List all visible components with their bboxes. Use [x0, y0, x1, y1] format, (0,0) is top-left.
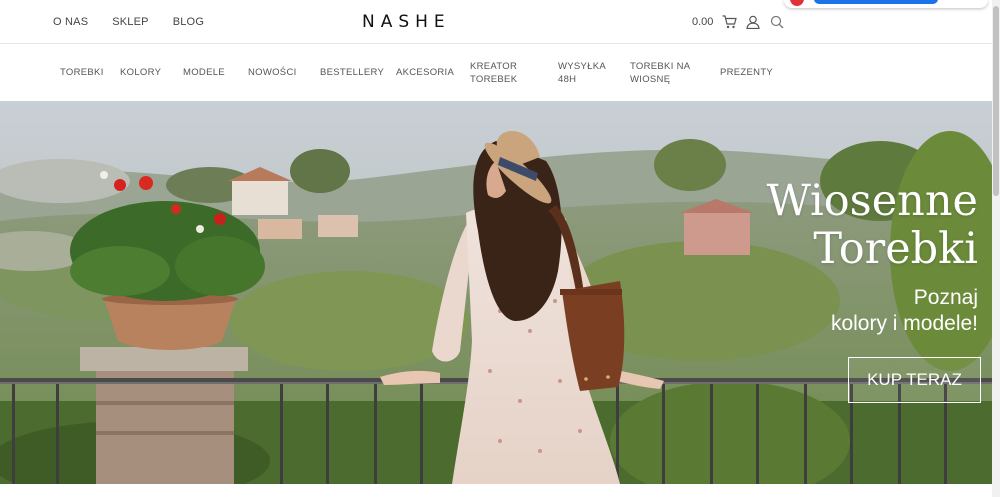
brand-logo[interactable]: NASHE [362, 12, 451, 32]
nav-item-wysylka-48h[interactable]: WYSYŁKA 48H [558, 44, 606, 101]
user-icon[interactable] [745, 14, 761, 30]
hero-subtitle: Poznaj kolory i modele! [831, 285, 978, 337]
nav-item-prezenty[interactable]: PREZENTY [720, 44, 773, 101]
top-link-blog[interactable]: BLOG [173, 16, 204, 28]
browser-extension-widget[interactable] [784, 0, 988, 8]
extension-button[interactable] [814, 0, 938, 4]
cart-total[interactable]: 0.00 [692, 16, 713, 28]
nav-item-bestellery[interactable]: BESTELLERY [320, 44, 384, 101]
hero-subtitle-line-1: Poznaj [913, 286, 978, 309]
hero-title-line-2: Torebki [813, 224, 978, 274]
nav-item-torebki[interactable]: TOREBKI [60, 44, 104, 101]
top-link-sklep[interactable]: SKLEP [112, 16, 148, 28]
hero-subtitle-line-2: kolory i modele! [830, 312, 978, 335]
top-link-o-nas[interactable]: O NAS [53, 16, 88, 28]
nav-item-akcesoria[interactable]: AKCESORIA [396, 44, 454, 101]
search-icon[interactable] [769, 14, 785, 30]
scrollbar[interactable] [992, 0, 1000, 497]
buy-now-button[interactable]: KUP TERAZ [848, 357, 981, 403]
hero-banner: Wiosenne Torebki Poznaj kolory i modele!… [0, 101, 992, 484]
nav-item-nowosci[interactable]: NOWOŚCI [248, 44, 297, 101]
top-links: O NAS SKLEP BLOG [53, 16, 204, 28]
scrollbar-thumb[interactable] [993, 6, 999, 196]
nav-item-kolory[interactable]: KOLORY [120, 44, 161, 101]
hero-title: Wiosenne Torebki [767, 177, 978, 273]
hero-title-line-1: Wiosenne [766, 176, 978, 226]
nav-item-kreator-torebek[interactable]: KREATOR TOREBEK [470, 44, 526, 101]
nav-item-modele[interactable]: MODELE [183, 44, 225, 101]
content-start [0, 484, 992, 497]
cart-icon[interactable] [721, 14, 737, 30]
main-nav: TOREBKI KOLORY MODELE NOWOŚCI BESTELLERY… [0, 44, 992, 101]
extension-status-dot [790, 0, 804, 6]
nav-item-torebki-na-wiosne[interactable]: TOREBKI NA WIOSNĘ [630, 44, 696, 101]
header-actions: 0.00 [692, 14, 785, 30]
